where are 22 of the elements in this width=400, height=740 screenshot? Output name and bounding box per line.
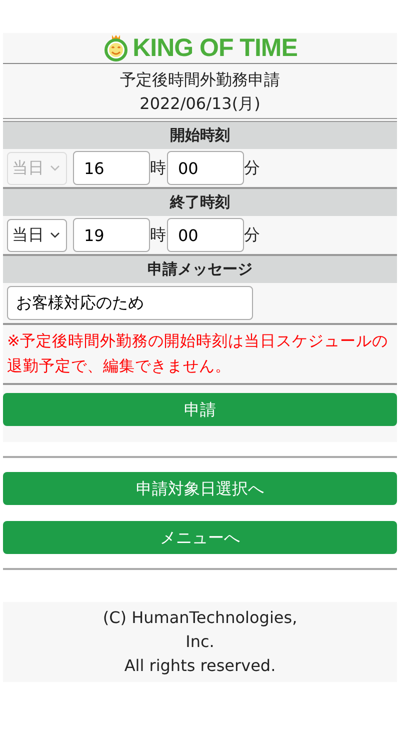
page-title: 予定後時間外勤務申請 [119,69,281,91]
notice-text: ※予定後時間外勤務の開始時刻は当日スケジュールの退勤予定で、編集できません。 [3,323,397,385]
minute-field[interactable]: 00 [167,151,244,185]
section-heading: 終了時刻 [3,189,397,216]
footer-text: Inc. [184,631,216,653]
hour-field[interactable]: 16 [73,151,150,185]
caret-icon [50,232,60,238]
section-heading: 開始時刻 [3,122,397,149]
message-field[interactable]: お客様対応のため [7,286,253,320]
date-text: 2022/06/13(月) [138,93,262,115]
caret-icon [50,165,60,171]
section-heading: 申請メッセージ [3,256,397,283]
unit-label: 分 [244,224,260,246]
unit-label: 時 [150,224,166,246]
minute-field[interactable]: 00 [167,218,244,252]
unit-label: 時 [150,157,166,179]
logo-text: KING OF TIME [132,36,298,60]
footer-text: All rights reserved. [123,655,277,677]
day-select[interactable]: 当日 [7,218,67,252]
hour-field[interactable]: 19 [73,218,150,252]
footer-text: (C) HumanTechnologies, [102,607,298,629]
unit-label: 分 [244,157,260,179]
